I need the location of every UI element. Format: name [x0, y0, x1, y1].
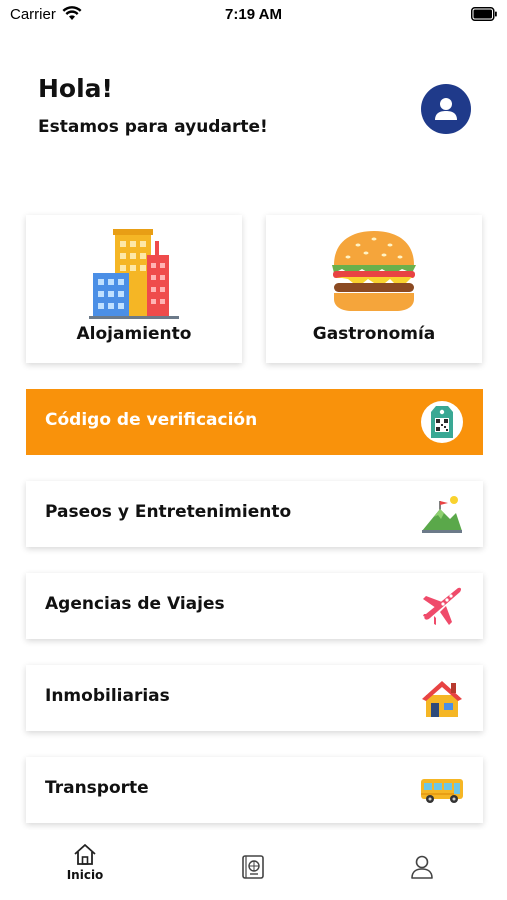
menu-item-agencias[interactable]: Agencias de Viajes — [26, 573, 483, 639]
tab-guia[interactable] — [213, 842, 293, 892]
bus-icon — [421, 779, 463, 803]
status-bar: Carrier 7:19 AM — [0, 0, 507, 30]
clock: 7:19 AM — [225, 6, 282, 23]
menu-item-label: Paseos y Entretenimiento — [45, 502, 292, 522]
menu-item-inmobiliarias[interactable]: Inmobiliarias — [26, 665, 483, 731]
category-label: Gastronomía — [312, 324, 436, 344]
buildings-icon — [89, 229, 179, 319]
tab-inicio[interactable]: Inicio — [45, 842, 125, 892]
category-card-gastronomia[interactable]: Gastronomía — [266, 215, 482, 363]
user-icon — [411, 855, 433, 879]
mountain-icon — [422, 496, 462, 533]
tab-perfil[interactable] — [382, 842, 462, 892]
menu-item-paseos[interactable]: Paseos y Entretenimiento — [26, 481, 483, 547]
category-label: Alojamiento — [76, 324, 192, 344]
passport-icon — [242, 855, 264, 879]
home-icon — [74, 844, 96, 865]
menu-item-label: Código de verificación — [45, 410, 258, 430]
profile-avatar-button[interactable] — [421, 84, 471, 134]
qr-tag-icon — [431, 406, 453, 438]
menu-item-label: Agencias de Viajes — [45, 594, 225, 614]
menu-item-label: Inmobiliarias — [45, 686, 170, 706]
burger-icon — [332, 231, 416, 311]
battery-icon — [471, 7, 497, 21]
menu-item-transporte[interactable]: Transporte — [26, 757, 483, 823]
user-icon — [435, 98, 457, 120]
category-card-alojamiento[interactable]: Alojamiento — [26, 215, 242, 363]
greeting-title: Hola! — [38, 74, 113, 103]
tab-bar: Inicio — [0, 830, 507, 900]
menu-item-label: Transporte — [45, 778, 149, 798]
menu-item-codigo-verificacion[interactable]: Código de verificación — [26, 389, 483, 455]
tab-label: Inicio — [66, 868, 104, 882]
airplane-icon — [423, 587, 462, 625]
house-icon — [422, 681, 462, 717]
greeting-subtitle: Estamos para ayudarte! — [38, 117, 268, 137]
